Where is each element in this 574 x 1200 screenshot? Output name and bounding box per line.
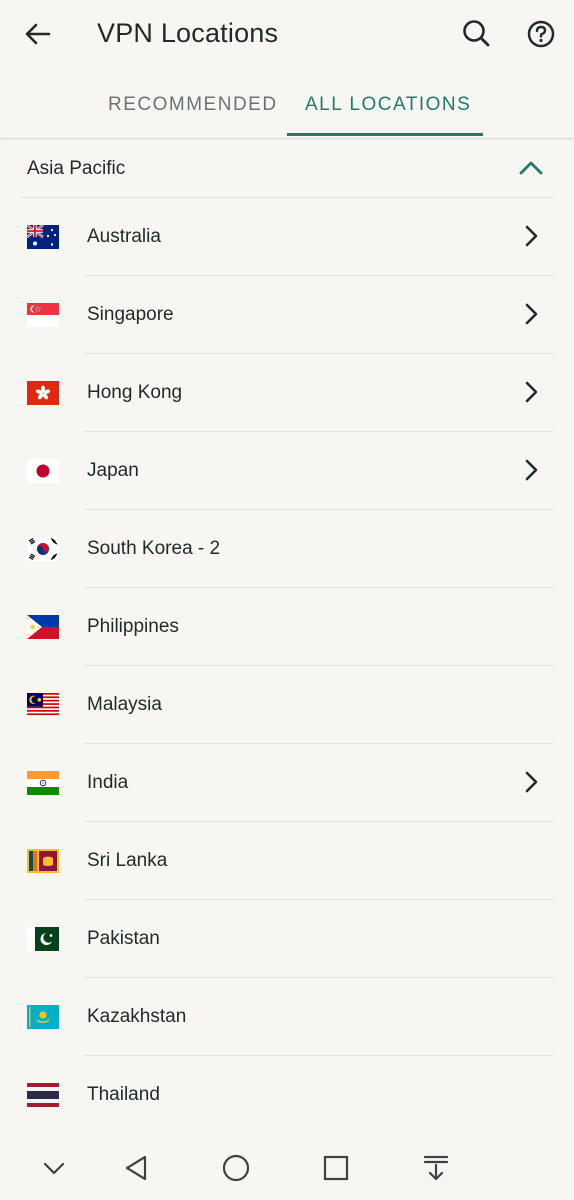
location-name: Hong Kong	[87, 382, 183, 403]
chevron-right-icon	[525, 303, 538, 325]
list-item-japan[interactable]: Japan	[0, 432, 574, 510]
location-name: Thailand	[87, 1084, 160, 1105]
list-item-thailand[interactable]: Thailand	[0, 1056, 574, 1134]
thailand-flag-icon	[27, 1083, 59, 1107]
location-name: Sri Lanka	[87, 850, 168, 871]
location-name: Pakistan	[87, 928, 160, 949]
list-item-pakistan[interactable]: Pakistan	[0, 900, 574, 978]
back-arrow-icon	[25, 23, 51, 45]
nav-back-button[interactable]	[116, 1148, 156, 1188]
location-name: Kazakhstan	[87, 1006, 187, 1027]
home-circle-icon	[222, 1154, 250, 1182]
chevron-right-icon	[525, 771, 538, 793]
singapore-flag-icon	[27, 303, 59, 327]
australia-flag-icon	[27, 225, 59, 249]
location-name: Japan	[87, 460, 139, 481]
list-item-south-korea[interactable]: South Korea - 2	[0, 510, 574, 588]
nav-recents-button[interactable]	[316, 1148, 356, 1188]
active-tab-indicator	[287, 133, 483, 136]
recents-square-icon	[323, 1155, 349, 1181]
list-item-philippines[interactable]: Philippines	[0, 588, 574, 666]
list-item-australia[interactable]: Australia	[0, 198, 574, 276]
location-name: Philippines	[87, 616, 179, 637]
japan-flag-icon	[27, 459, 59, 483]
nav-home-button[interactable]	[216, 1148, 256, 1188]
back-button[interactable]	[20, 16, 56, 52]
hong-kong-flag-icon	[27, 381, 59, 405]
location-name: South Korea - 2	[87, 538, 221, 559]
tab-all-locations[interactable]: ALL LOCATIONS	[305, 94, 471, 116]
back-triangle-icon	[125, 1155, 147, 1181]
list-item-kazakhstan[interactable]: Kazakhstan	[0, 978, 574, 1056]
list-item-sri-lanka[interactable]: Sri Lanka	[0, 822, 574, 900]
india-flag-icon	[27, 771, 59, 795]
location-tabs: RECOMMENDED ALL LOCATIONS	[0, 72, 574, 139]
kazakhstan-flag-icon	[27, 1005, 59, 1029]
south-korea-flag-icon	[27, 537, 59, 561]
help-icon	[527, 20, 555, 48]
location-name: Australia	[87, 226, 161, 247]
list-item-india[interactable]: India	[0, 744, 574, 822]
sri-lanka-flag-icon	[27, 849, 59, 873]
chevron-down-icon	[43, 1162, 65, 1175]
location-list: Australia Singapore Hong Kong Japan Sout…	[0, 198, 574, 1134]
malaysia-flag-icon	[27, 693, 59, 717]
philippines-flag-icon	[27, 615, 59, 639]
notification-pull-icon	[423, 1155, 449, 1181]
help-button[interactable]	[522, 15, 560, 53]
chevron-right-icon	[525, 381, 538, 403]
location-name: Singapore	[87, 304, 174, 325]
location-name: Malaysia	[87, 694, 162, 715]
search-button[interactable]	[458, 15, 494, 51]
region-header-asia-pacific[interactable]: Asia Pacific	[0, 139, 574, 197]
list-item-hong-kong[interactable]: Hong Kong	[0, 354, 574, 432]
nav-notifications-button[interactable]	[416, 1148, 456, 1188]
location-name: India	[87, 772, 129, 793]
tab-recommended[interactable]: RECOMMENDED	[108, 94, 278, 116]
chevron-right-icon	[525, 225, 538, 247]
region-label: Asia Pacific	[27, 158, 126, 179]
chevron-up-icon[interactable]	[516, 153, 546, 183]
nav-hide-button[interactable]	[34, 1148, 74, 1188]
list-item-singapore[interactable]: Singapore	[0, 276, 574, 354]
list-item-malaysia[interactable]: Malaysia	[0, 666, 574, 744]
app-bar: VPN Locations	[0, 0, 574, 72]
search-icon	[463, 20, 490, 47]
pakistan-flag-icon	[27, 927, 59, 951]
system-nav-bar	[0, 1130, 574, 1200]
page-title: VPN Locations	[97, 18, 279, 48]
chevron-right-icon	[525, 459, 538, 481]
